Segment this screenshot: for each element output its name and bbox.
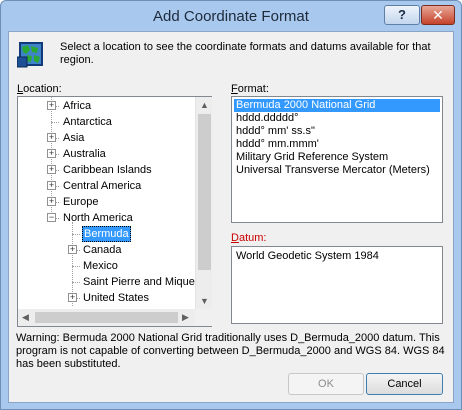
tree-horizontal-scrollbar[interactable]: ◀ ▶ xyxy=(18,309,195,326)
tree-horizontal-thumb[interactable] xyxy=(35,312,178,323)
scroll-up-icon[interactable]: ▲ xyxy=(200,100,209,110)
datum-label: Datum: xyxy=(231,232,266,244)
tree-item-label: Canada xyxy=(83,244,122,256)
tree-branch-line xyxy=(51,122,59,123)
tree-item-label: Asia xyxy=(63,132,85,144)
help-icon: ? xyxy=(398,7,406,22)
tree-item-label: Antarctica xyxy=(63,116,112,128)
datum-label-key: D xyxy=(231,232,239,244)
tree-vertical-thumb[interactable] xyxy=(198,114,211,270)
tree-vertical-scrollbar[interactable]: ▲ ▼ xyxy=(195,97,212,309)
format-list-item[interactable]: Bermuda 2000 National Grid xyxy=(234,99,440,112)
expand-icon[interactable]: + xyxy=(47,133,56,142)
expand-icon[interactable]: + xyxy=(68,293,77,302)
tree-item[interactable]: + Europe xyxy=(18,194,195,210)
tree-item-label: Australia xyxy=(63,148,106,160)
scroll-down-icon[interactable]: ▼ xyxy=(200,296,209,306)
format-label-key: F xyxy=(231,83,238,95)
tree-item-label: Africa xyxy=(63,100,92,112)
datum-value[interactable]: World Geodetic System 1984 xyxy=(236,250,379,262)
tree-branch-line xyxy=(72,282,80,283)
collapse-icon[interactable]: − xyxy=(47,213,56,222)
ok-button[interactable]: OK xyxy=(288,373,364,395)
warning-text: Warning: Bermuda 2000 National Grid trad… xyxy=(16,332,445,370)
tree-item-label: Europe xyxy=(63,196,99,208)
tree-item[interactable]: Bermuda xyxy=(18,226,195,242)
tree-item[interactable]: + Africa xyxy=(18,98,195,114)
scroll-right-icon[interactable]: ▶ xyxy=(182,312,189,322)
location-tree[interactable]: + Africa Antarctica + Asia + Australia + Caribbe… xyxy=(17,96,212,327)
tree-item[interactable]: − North America xyxy=(18,210,195,226)
location-tree-viewport: + Africa Antarctica + Asia + Australia + Caribbe… xyxy=(18,97,195,309)
tree-item[interactable]: + United States xyxy=(18,290,195,306)
format-list-item[interactable]: hddd.ddddd° xyxy=(234,112,440,125)
title-bar[interactable]: Add Coordinate Format ? ✕ xyxy=(1,1,461,31)
tree-branch-line xyxy=(72,234,80,235)
expand-icon[interactable]: + xyxy=(47,181,56,190)
format-list-item[interactable]: hddd° mm.mmm' xyxy=(234,138,440,151)
tree-item[interactable]: + Caribbean Islands xyxy=(18,162,195,178)
tree-item[interactable]: + Canada xyxy=(18,242,195,258)
location-label-rest: ocation: xyxy=(23,83,62,95)
tree-item-label: Central America xyxy=(63,180,142,192)
tree-item[interactable]: + Central America xyxy=(18,178,195,194)
tree-item-label: United States xyxy=(83,292,150,304)
expand-icon[interactable]: + xyxy=(47,165,56,174)
tree-item-label: Bermuda xyxy=(82,226,131,242)
datum-list[interactable]: World Geodetic System 1984 xyxy=(231,246,443,324)
format-list-item[interactable]: Universal Transverse Mercator (Meters) xyxy=(234,164,440,177)
tree-item[interactable]: + Australia xyxy=(18,146,195,162)
scroll-left-icon[interactable]: ◀ xyxy=(22,312,29,322)
expand-icon[interactable]: + xyxy=(47,149,56,158)
cancel-button[interactable]: Cancel xyxy=(366,373,443,395)
expand-icon[interactable]: + xyxy=(47,197,56,206)
format-list-item[interactable]: Military Grid Reference System xyxy=(234,151,440,164)
tree-item[interactable]: Mexico xyxy=(18,258,195,274)
close-button[interactable]: ✕ xyxy=(421,5,455,25)
tree-item-label: Caribbean Islands xyxy=(63,164,152,176)
format-label: Format: xyxy=(231,83,269,95)
format-list-item[interactable]: hddd° mm' ss.s" xyxy=(234,125,440,138)
format-label-rest: ormat: xyxy=(237,83,269,95)
tree-item-label: North America xyxy=(63,212,133,224)
globe-icon xyxy=(17,42,43,68)
tree-item-label: Mexico xyxy=(83,260,118,272)
tree-item-label: Saint Pierre and Miquelon xyxy=(83,276,195,288)
expand-icon[interactable]: + xyxy=(68,245,77,254)
datum-label-rest: atum: xyxy=(238,232,267,244)
scrollbar-corner xyxy=(195,309,212,326)
close-icon: ✕ xyxy=(432,7,444,23)
expand-icon[interactable]: + xyxy=(47,101,56,110)
location-label: Location: xyxy=(17,83,62,95)
tree-branch-line xyxy=(72,266,80,267)
help-button[interactable]: ? xyxy=(384,5,420,25)
format-list[interactable]: Bermuda 2000 National Grid hddd.ddddd° hdd… xyxy=(231,96,443,223)
tree-item[interactable]: Saint Pierre and Miquelon xyxy=(18,274,195,290)
intro-text: Select a location to see the coordinate … xyxy=(60,41,431,66)
tree-item[interactable]: + Asia xyxy=(18,130,195,146)
tree-item[interactable]: Antarctica xyxy=(18,114,195,130)
